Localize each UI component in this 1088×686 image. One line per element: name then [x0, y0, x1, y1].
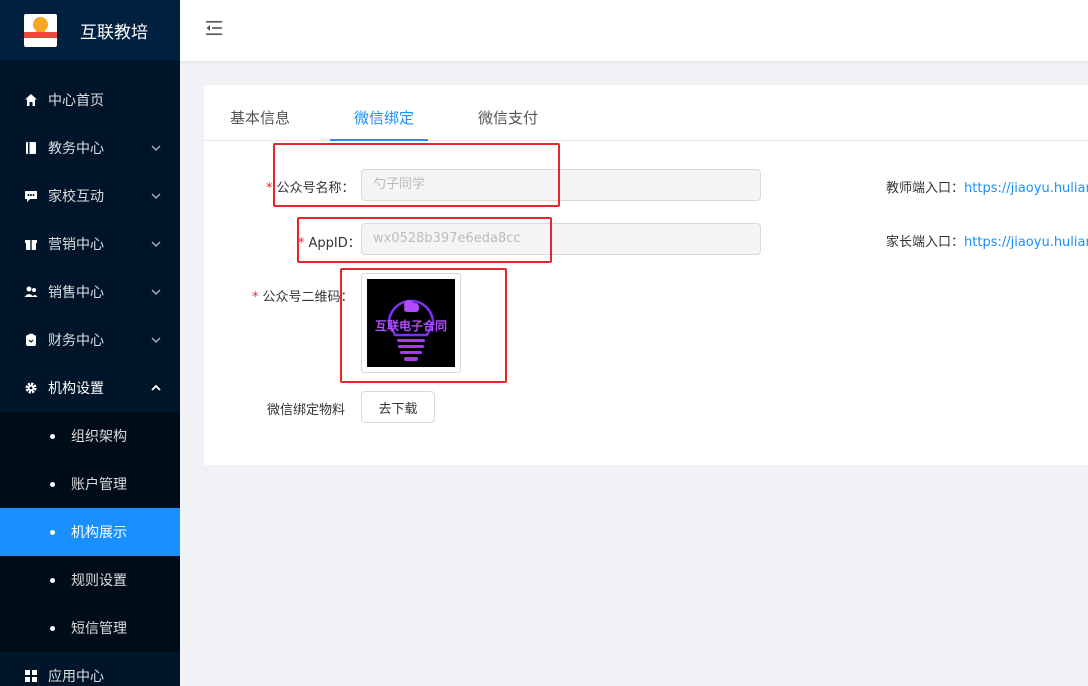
chevron-down-icon: [151, 241, 161, 248]
sidebar-item-label: 财务中心: [48, 333, 104, 349]
sidebar-item-apps[interactable]: 应用中心: [0, 652, 180, 686]
apps-icon: [24, 669, 38, 683]
sidebar-subitem-org-display[interactable]: 机构展示: [0, 508, 180, 556]
annotation-box-qr: [340, 268, 507, 383]
required-mark: *: [266, 181, 273, 196]
tab-active-indicator: [330, 139, 428, 141]
required-mark: *: [252, 290, 259, 305]
qr-code-label: * 公众号二维码：: [252, 290, 354, 305]
bullet-icon: [50, 481, 55, 487]
menu-fold-icon[interactable]: [204, 18, 224, 38]
tab-wechat-pay[interactable]: 微信支付: [478, 107, 538, 128]
tab-wechat-binding[interactable]: 微信绑定: [354, 107, 414, 128]
user-group-icon: [24, 285, 38, 299]
annotation-box-appid: [297, 217, 552, 263]
sidebar-item-sales[interactable]: 销售中心: [0, 268, 180, 316]
sidebar-item-label: 营销中心: [48, 237, 104, 253]
sidebar-item-academic[interactable]: 教务中心: [0, 124, 180, 172]
top-header: [180, 0, 1088, 61]
bullet-icon: [50, 529, 55, 535]
sidebar-subitem-label: 组织架构: [71, 429, 127, 445]
brand: 互联教培: [0, 0, 180, 60]
sidebar-subitem-label: 规则设置: [71, 573, 127, 589]
teacher-entry-label: 教师端入口：: [886, 181, 965, 196]
annotation-box-name: [273, 143, 560, 207]
sidebar-subitem-sms[interactable]: 短信管理: [0, 604, 180, 652]
chevron-up-icon: [151, 384, 161, 391]
sidebar-item-label: 教务中心: [48, 141, 104, 157]
sidebar-item-org-settings[interactable]: 机构设置: [0, 364, 180, 412]
sidebar: 互联教培 中心首页 教务中心 家校互动 营销中心 销售中心 财务中心 机构设置 …: [0, 0, 180, 686]
sidebar-item-finance[interactable]: 财务中心: [0, 316, 180, 364]
sidebar-item-label: 家校互动: [48, 189, 104, 205]
bullet-icon: [50, 433, 55, 439]
sidebar-item-label: 中心首页: [48, 93, 104, 109]
parent-entry-link[interactable]: https://jiaoyu.huliar: [964, 235, 1088, 250]
sidebar-item-home-school[interactable]: 家校互动: [0, 172, 180, 220]
chevron-down-icon: [151, 337, 161, 344]
chevron-down-icon: [151, 289, 161, 296]
parent-entry: 家长端入口：https://jiaoyu.huliar: [886, 231, 1088, 250]
wallet-icon: [24, 333, 38, 347]
brand-logo: [24, 13, 57, 47]
sidebar-subitem-account[interactable]: 账户管理: [0, 460, 180, 508]
bullet-icon: [50, 625, 55, 631]
gift-icon: [24, 237, 38, 251]
wechat-material-label: 微信绑定物料: [267, 403, 346, 418]
sidebar-subitem-label: 短信管理: [71, 621, 127, 637]
gear-icon: [24, 381, 38, 395]
teacher-entry-link[interactable]: https://jiaoyu.huliar: [964, 181, 1088, 196]
sidebar-item-label: 销售中心: [48, 285, 104, 301]
sidebar-item-label: 机构设置: [48, 381, 104, 397]
parent-entry-label: 家长端入口：: [886, 235, 965, 250]
sidebar-subitem-label: 账户管理: [71, 477, 127, 493]
chevron-down-icon: [151, 145, 161, 152]
sidebar-item-marketing[interactable]: 营销中心: [0, 220, 180, 268]
brand-title: 互联教培: [80, 22, 148, 43]
sidebar-subitem-rules[interactable]: 规则设置: [0, 556, 180, 604]
tab-bar: 基本信息 微信绑定 微信支付: [204, 85, 1088, 141]
download-button[interactable]: 去下载: [361, 391, 435, 423]
chat-icon: [24, 189, 38, 203]
book-icon: [24, 141, 38, 155]
home-icon: [24, 93, 38, 107]
teacher-entry: 教师端入口：https://jiaoyu.huliar: [886, 177, 1088, 196]
sidebar-item-home[interactable]: 中心首页: [0, 76, 180, 124]
sidebar-item-label: 应用中心: [48, 669, 104, 685]
tab-basic-info[interactable]: 基本信息: [230, 107, 290, 128]
sidebar-menu: 中心首页 教务中心 家校互动 营销中心 销售中心 财务中心 机构设置 组织架构 …: [0, 76, 180, 686]
bullet-icon: [50, 577, 55, 583]
chevron-down-icon: [151, 193, 161, 200]
sidebar-subitem-label: 机构展示: [71, 525, 127, 541]
org-settings-submenu: 组织架构 账户管理 机构展示 规则设置 短信管理: [0, 412, 180, 652]
sidebar-subitem-org-structure[interactable]: 组织架构: [0, 412, 180, 460]
wechat-binding-card: 基本信息 微信绑定 微信支付 * 公众号名称： 勺子同学 * AppID： wx05…: [204, 85, 1088, 465]
